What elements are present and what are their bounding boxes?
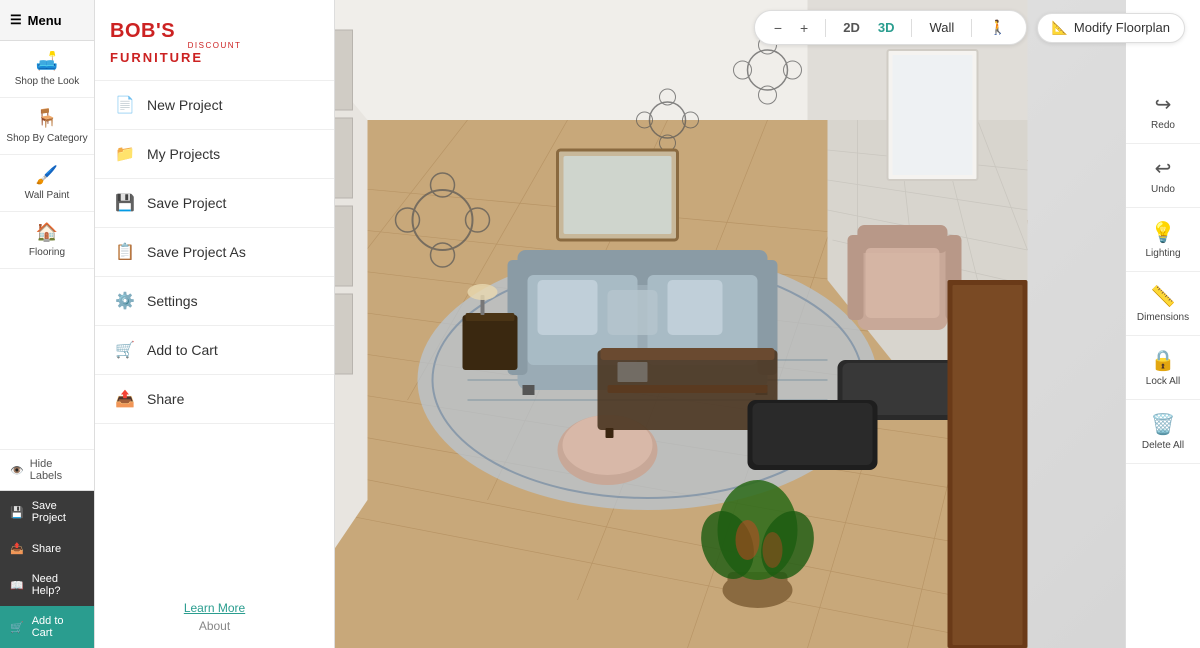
divider [911, 19, 912, 37]
redo-icon: ↪ [1155, 92, 1172, 117]
lock-icon: 🔒 [1151, 348, 1176, 373]
dropdown-item-label: New Project [147, 97, 222, 113]
divider [825, 19, 826, 37]
zoom-out-button[interactable]: − [769, 18, 787, 38]
save-project-icon: 💾 [115, 193, 135, 213]
wall-button[interactable]: Wall [924, 18, 959, 37]
sidebar-item-label: Shop the Look [15, 76, 80, 87]
zoom-in-button[interactable]: + [795, 18, 813, 38]
dropdown-footer: Learn More About [95, 586, 334, 648]
logo-furniture: FURNITURE [110, 51, 319, 65]
dropdown-item-label: Add to Cart [147, 342, 218, 358]
shop-look-icon: 🛋️ [36, 51, 58, 72]
sidebar-item-flooring[interactable]: 🏠 Flooring [0, 212, 94, 269]
sidebar-bottom: 💾 Save Project 📤 Share 📖 Need Help? 🛒 Ad… [0, 490, 94, 648]
help-label: Need Help? [32, 573, 84, 597]
settings-icon: ⚙️ [115, 291, 135, 311]
my-projects-icon: 📁 [115, 144, 135, 164]
dimensions-label: Dimensions [1137, 312, 1189, 323]
dropdown-my-projects[interactable]: 📁 My Projects [95, 130, 334, 179]
help-icon: 📖 [10, 579, 24, 592]
dropdown-share[interactable]: 📤 Share [95, 375, 334, 424]
delete-all-label: Delete All [1142, 440, 1184, 451]
dropdown-item-label: Save Project As [147, 244, 246, 260]
dropdown-item-label: My Projects [147, 146, 220, 162]
dropdown-menu: BOB'S discount FURNITURE 📄 New Project 📁… [95, 0, 335, 648]
mode-3d-label: 3D [878, 20, 895, 35]
modify-floorplan-button[interactable]: 📐 Modify Floorplan [1037, 13, 1185, 43]
lock-all-button[interactable]: 🔒 Lock All [1126, 336, 1200, 400]
zoom-in-icon: + [800, 20, 808, 36]
cart-label: Add to Cart [32, 615, 84, 639]
learn-more-link[interactable]: Learn More [115, 601, 314, 615]
mode-2d-label: 2D [843, 20, 860, 35]
person-view-button[interactable]: 🚶 [984, 17, 1011, 38]
menu-icon: ☰ [10, 12, 22, 28]
lighting-label: Lighting [1145, 248, 1180, 259]
need-help-button[interactable]: 📖 Need Help? [0, 564, 94, 606]
sidebar-item-label: Flooring [29, 247, 65, 258]
save-as-icon: 📋 [115, 242, 135, 262]
shop-category-icon: 🪑 [36, 108, 58, 129]
undo-icon: ↩ [1155, 156, 1172, 181]
divider [971, 19, 972, 37]
redo-label: Redo [1151, 120, 1175, 131]
undo-label: Undo [1151, 184, 1175, 195]
dimensions-button[interactable]: 📏 Dimensions [1126, 272, 1200, 336]
cart-icon: 🛒 [115, 340, 135, 360]
zoom-out-icon: − [774, 20, 782, 36]
mode-2d-button[interactable]: 2D [838, 18, 865, 37]
sidebar-item-label: Wall Paint [25, 190, 70, 201]
dropdown-new-project[interactable]: 📄 New Project [95, 81, 334, 130]
sidebar: ☰ Menu 🛋️ Shop the Look 🪑 Shop By Catego… [0, 0, 95, 648]
lighting-icon: 💡 [1151, 220, 1176, 245]
dropdown-save-as[interactable]: 📋 Save Project As [95, 228, 334, 277]
share-label: Share [32, 543, 61, 555]
dimensions-icon: 📏 [1151, 284, 1176, 309]
dropdown-item-label: Share [147, 391, 184, 407]
sidebar-item-shop-look[interactable]: 🛋️ Shop the Look [0, 41, 94, 98]
save-project-button[interactable]: 💾 Save Project [0, 491, 94, 533]
person-icon: 🚶 [989, 19, 1006, 36]
logo-main: BOB'S [110, 20, 319, 42]
eye-icon: 👁️ [10, 464, 24, 477]
cart-icon: 🛒 [10, 621, 24, 634]
sidebar-item-wall-paint[interactable]: 🖌️ Wall Paint [0, 155, 94, 212]
share-button[interactable]: 📤 Share [0, 533, 94, 564]
about-text: About [115, 619, 314, 633]
delete-all-button[interactable]: 🗑️ Delete All [1126, 400, 1200, 464]
redo-button[interactable]: ↪ Redo [1126, 80, 1200, 144]
modify-label: Modify Floorplan [1074, 20, 1170, 35]
menu-label: Menu [28, 13, 62, 28]
logo-area: BOB'S discount FURNITURE [95, 0, 334, 81]
wall-label: Wall [929, 20, 954, 35]
hide-labels-button[interactable]: 👁️ Hide Labels [0, 449, 94, 490]
flooring-icon: 🏠 [36, 222, 58, 243]
dropdown-settings[interactable]: ⚙️ Settings [95, 277, 334, 326]
add-to-cart-button[interactable]: 🛒 Add to Cart [0, 606, 94, 648]
sidebar-item-shop-category[interactable]: 🪑 Shop By Category [0, 98, 94, 155]
sidebar-item-label: Shop By Category [6, 133, 87, 144]
menu-button[interactable]: ☰ Menu [0, 0, 94, 41]
wall-paint-icon: 🖌️ [36, 165, 58, 186]
lock-all-label: Lock All [1146, 376, 1180, 387]
lighting-button[interactable]: 💡 Lighting [1126, 208, 1200, 272]
view-controls: − + 2D 3D Wall 🚶 [754, 10, 1027, 45]
share-icon: 📤 [115, 389, 135, 409]
modify-icon: 📐 [1052, 20, 1068, 36]
hide-labels-label: Hide Labels [30, 458, 84, 482]
save-label: Save Project [32, 500, 84, 524]
dropdown-save-project[interactable]: 💾 Save Project [95, 179, 334, 228]
share-icon: 📤 [10, 542, 24, 555]
dropdown-item-label: Save Project [147, 195, 226, 211]
dropdown-item-label: Settings [147, 293, 198, 309]
mode-3d-button[interactable]: 3D [873, 18, 900, 37]
dropdown-add-to-cart[interactable]: 🛒 Add to Cart [95, 326, 334, 375]
undo-button[interactable]: ↩ Undo [1126, 144, 1200, 208]
delete-icon: 🗑️ [1151, 412, 1176, 437]
save-icon: 💾 [10, 506, 24, 519]
right-toolbar: ↪ Redo ↩ Undo 💡 Lighting 📏 Dimensions 🔒 … [1125, 0, 1200, 648]
new-project-icon: 📄 [115, 95, 135, 115]
